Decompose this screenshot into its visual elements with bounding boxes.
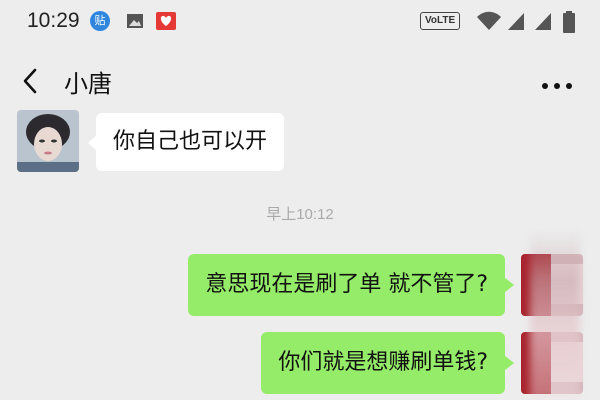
chevron-left-icon	[23, 68, 37, 94]
outgoing-message-bubble[interactable]: 你们就是想赚刷单钱?	[261, 332, 514, 394]
chat-header: 小唐	[0, 46, 600, 116]
signal-icon	[533, 10, 553, 36]
chat-title: 小唐	[64, 70, 112, 98]
image-notification-icon	[125, 11, 145, 31]
blurred-overlay	[530, 230, 580, 400]
contact-avatar[interactable]	[17, 110, 79, 172]
battery-icon	[562, 10, 576, 38]
status-bar: 10:29 贴 VoLTE	[0, 0, 600, 46]
volte-badge: VoLTE	[420, 12, 461, 30]
status-time: 10:29	[27, 9, 80, 32]
more-button[interactable]	[540, 76, 576, 89]
back-button[interactable]	[18, 66, 44, 96]
outgoing-message-bubble[interactable]: 意思现在是刷了单 就不管了?	[188, 254, 514, 316]
wifi-icon	[476, 10, 502, 36]
incoming-message-bubble[interactable]: 你自己也可以开	[87, 113, 285, 171]
message-timestamp: 早上10:12	[266, 206, 334, 223]
signal-icon	[506, 10, 526, 36]
app-notification-icon	[155, 11, 176, 31]
more-dots-icon	[542, 83, 572, 89]
paste-notification-icon: 贴	[90, 11, 110, 31]
